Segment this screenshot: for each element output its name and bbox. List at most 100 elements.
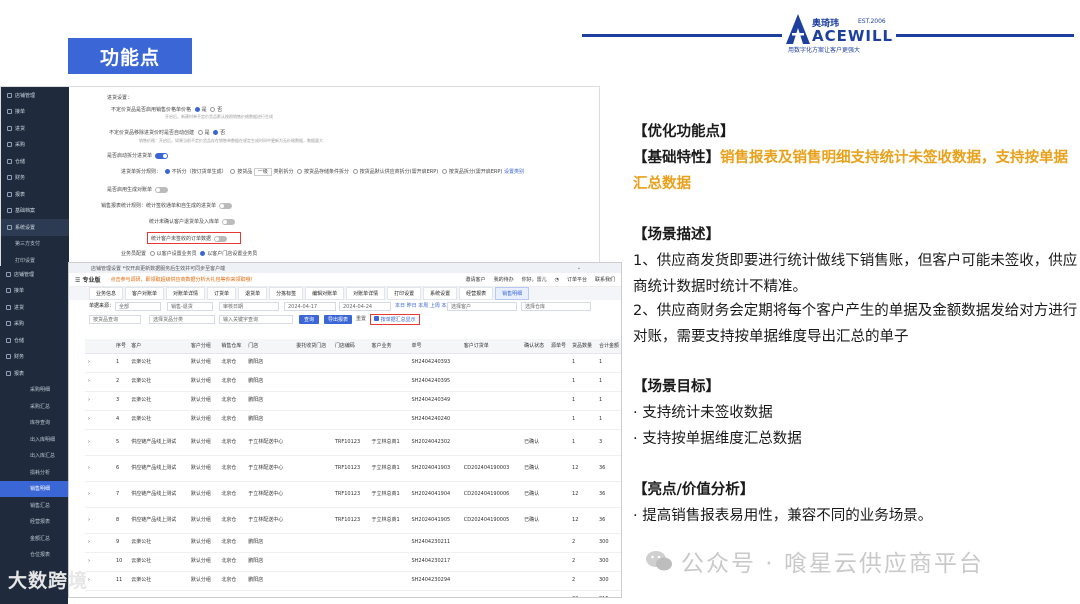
tab-sales-detail[interactable]: 销售明细	[495, 287, 530, 300]
sidebar-subitem-sales-detail[interactable]: 销售明细	[0, 480, 68, 497]
date-to-input[interactable]: 2024-04-24	[339, 302, 391, 311]
sidebar-item[interactable]: 接单	[0, 283, 68, 300]
source-select[interactable]: 全部	[115, 302, 161, 311]
radio[interactable]	[210, 107, 216, 112]
keyword-input[interactable]: 输入关键字查询	[219, 315, 293, 324]
toggle[interactable]	[155, 186, 169, 193]
tab[interactable]: 编辑对账单	[305, 287, 345, 300]
invite-link[interactable]: 邀请客户	[466, 276, 486, 283]
table-row[interactable]: › 7 供应链产品线上测试 默认分组 北京仓 于立林配送中心 TRF10123 于立林总商1 S…	[85, 481, 621, 508]
sidebar-subitem[interactable]: 出入库明细	[0, 431, 68, 448]
table-row[interactable]: › 10 云楽公社 默认分组 北京仓 鹏阳店 SH2404230217 2 300	[85, 552, 621, 572]
radio[interactable]	[441, 169, 447, 174]
sidebar-subitem[interactable]: 采购汇总	[0, 398, 68, 415]
sidebar-item[interactable]: 店铺管理	[1, 87, 69, 104]
sidebar-item-reports[interactable]: 报表	[0, 365, 68, 382]
tab[interactable]: 系统设置	[423, 287, 458, 300]
sidebar-item[interactable]: 店铺管理	[0, 266, 68, 283]
expand-icon[interactable]: ›	[85, 410, 113, 430]
radio[interactable]	[230, 169, 236, 174]
sidebar-subitem[interactable]: 出入库汇总	[0, 448, 68, 465]
radio[interactable]	[197, 130, 203, 135]
reset-button[interactable]: 重置	[356, 315, 366, 324]
date-from-input[interactable]: 2024-04-17	[284, 302, 336, 311]
expand-icon[interactable]: ›	[85, 552, 113, 572]
sidebar-item[interactable]: 报表	[1, 186, 69, 203]
table-row[interactable]: › 2 云楽公社 默认分组 北京仓 鹏阳店 SH2404240395 1 1	[85, 372, 621, 392]
sidebar-item[interactable]: 仓储	[0, 332, 68, 349]
tab[interactable]: 分拣标签	[269, 287, 304, 300]
sidebar-item[interactable]: 采购	[0, 316, 68, 333]
sidebar-item[interactable]: 第三方支付	[1, 236, 69, 253]
radio[interactable]	[200, 251, 206, 256]
table-row[interactable]: › 5 供应链产品线上测试 默认分组 北京仓 于立林配送中心 TRF10123 于立林总商1 S…	[85, 429, 621, 456]
radio[interactable]	[352, 169, 358, 174]
expand-icon[interactable]: ›	[85, 455, 113, 482]
sidebar-subitem[interactable]: 仓位报表	[0, 547, 68, 564]
sidebar-item[interactable]: 基础档案	[1, 203, 69, 220]
radio[interactable]	[194, 107, 200, 112]
doc-type-select[interactable]: 销售-退货	[167, 302, 213, 311]
expand-icon[interactable]: ›	[85, 507, 113, 534]
sidebar-item-system-settings[interactable]: 系统设置	[1, 219, 69, 236]
expand-icon[interactable]: ›	[85, 481, 113, 508]
expand-icon[interactable]: ›	[85, 533, 113, 553]
tab[interactable]: 客户对账单	[125, 287, 165, 300]
tab[interactable]: 打印设置	[387, 287, 422, 300]
table-row[interactable]: › 3 云楽公社 默认分组 北京仓 鹏阳店 SH2404240349 1 1	[85, 391, 621, 411]
sidebar-item[interactable]: 财务	[0, 349, 68, 366]
chevron-down-icon[interactable]: ⌄	[577, 265, 581, 271]
toggle[interactable]	[222, 218, 236, 225]
date-type-select[interactable]: 审核日期	[219, 302, 279, 311]
sidebar-item[interactable]: 进货	[1, 120, 69, 137]
expand-icon[interactable]: ›	[85, 391, 113, 411]
tab[interactable]: 业务信息	[89, 287, 124, 300]
radio[interactable]	[149, 251, 155, 256]
expand-icon[interactable]: ›	[85, 571, 113, 591]
tab[interactable]: 对账单详情	[346, 287, 386, 300]
sidebar-subitem[interactable]: 损耗分析	[0, 464, 68, 481]
radio[interactable]	[164, 169, 170, 174]
warehouse-select[interactable]: 选择仓库	[521, 302, 591, 311]
customer-select[interactable]: 选择客户	[447, 302, 517, 311]
todo-link[interactable]: 我的待办	[494, 276, 514, 283]
table-row[interactable]: › 4 云楽公社 默认分组 北京仓 鹏阳店 SH2404240240 1 1	[85, 410, 621, 430]
table-row[interactable]: › 1 云楽公社 默认分组 北京仓 鹏阳店 SH2404240393 1 1	[85, 353, 621, 373]
sidebar-item[interactable]: 仓储	[1, 153, 69, 170]
expand-icon[interactable]: ›	[85, 353, 113, 373]
table-cell: 300	[595, 533, 621, 553]
notice-link[interactable]: 点击参与调研，即领取超级供应商数据分析大礼包等你来领取哦！	[110, 276, 465, 283]
sidebar-subitem[interactable]: 销售汇总	[0, 497, 68, 514]
radio[interactable]	[213, 130, 219, 135]
radio[interactable]	[297, 169, 303, 174]
order-platform-link[interactable]: 订单平台	[567, 276, 587, 283]
expand-icon[interactable]: ›	[85, 372, 113, 392]
toggle[interactable]	[155, 152, 169, 159]
user-greeting[interactable]: 你好，雷儿	[522, 276, 547, 283]
contact-link[interactable]: 联系我们	[595, 276, 615, 283]
sidebar-subitem[interactable]: 库存查询	[0, 415, 68, 432]
export-button[interactable]: 导出报表	[324, 315, 352, 324]
bell-icon[interactable]: ◔	[555, 277, 559, 283]
sidebar-subitem[interactable]: 经营报表	[0, 514, 68, 531]
sidebar-item[interactable]: 财务	[1, 170, 69, 187]
sidebar-item[interactable]: 采购	[1, 137, 69, 154]
sidebar-item[interactable]: 接单	[1, 104, 69, 121]
tab[interactable]: 订货单	[207, 287, 237, 300]
toggle[interactable]	[219, 202, 233, 209]
set-category-link[interactable]: 设置类别	[504, 169, 524, 175]
table-row[interactable]: › 6 供应链产品线上测试 默认分组 北京仓 于立林配送中心 TRF10123 于立林总商1 S…	[85, 455, 621, 482]
sidebar-subitem[interactable]: 金额汇总	[0, 530, 68, 547]
sidebar-subitem[interactable]: 采购明细	[0, 382, 68, 399]
tab[interactable]: 经营报表	[459, 287, 494, 300]
sidebar-item[interactable]: 进货	[0, 299, 68, 316]
expand-icon[interactable]: ›	[85, 429, 113, 456]
search-button[interactable]: 查询	[299, 315, 319, 324]
query-type-select[interactable]: 按货品查询	[89, 315, 141, 324]
tab[interactable]: 对账单详情	[166, 287, 206, 300]
table-row[interactable]: › 9 云楽公社 默认分组 北京仓 鹏阳店 SH2404230211 2 300	[85, 533, 621, 553]
table-row[interactable]: › 11 云楽公社 默认分组 北京仓 鹏阳店 SH2404230294 2 300	[85, 571, 621, 591]
tab[interactable]: 退货单	[238, 287, 268, 300]
table-row[interactable]: › 8 供应链产品线上测试 默认分组 北京仓 于立林配送中心 TRF10123 于立林总商1 S…	[85, 507, 621, 534]
goods-category-select[interactable]: 选择货品分类	[149, 315, 215, 324]
